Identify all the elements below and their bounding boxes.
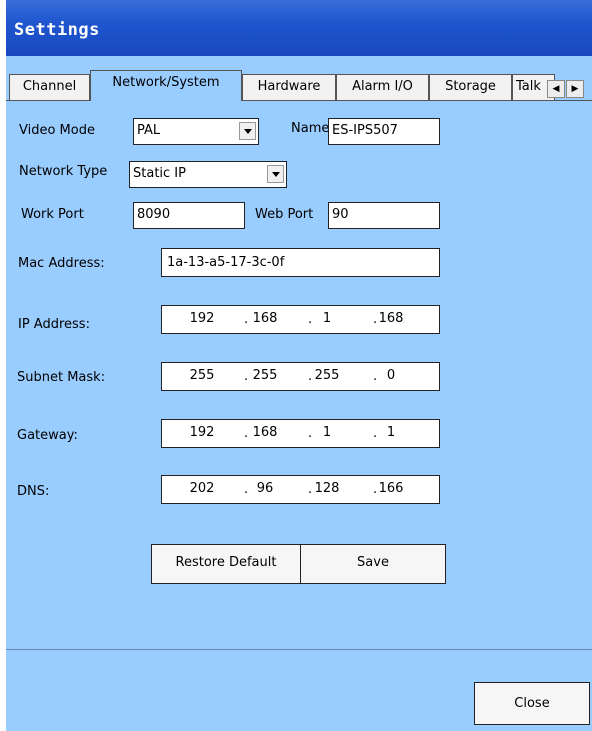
title-bar: Settings (6, 0, 592, 56)
video-mode-value: PAL (137, 123, 161, 138)
subnet-octet-2[interactable]: 255 (245, 368, 285, 383)
tab-alarm-io[interactable]: Alarm I/O (336, 74, 429, 100)
ip-address-input[interactable]: 192 . 168 . 1 . 168 (161, 305, 440, 334)
close-button[interactable]: Close (474, 682, 590, 725)
name-input[interactable]: ES-IPS507 (328, 118, 440, 145)
ip-octet-1[interactable]: 192 (182, 311, 222, 326)
tab-scroll-left-icon[interactable]: ◀ (547, 80, 565, 98)
chevron-down-icon[interactable] (239, 122, 256, 140)
gateway-octet-4[interactable]: 1 (371, 425, 411, 440)
mac-address-label: Mac Address: (18, 256, 105, 271)
restore-default-button[interactable]: Restore Default (151, 544, 301, 584)
ip-address-label: IP Address: (18, 317, 90, 332)
gateway-octet-2[interactable]: 168 (245, 425, 285, 440)
web-port-label: Web Port (255, 207, 314, 222)
tab-network-system[interactable]: Network/System (90, 70, 242, 101)
subnet-mask-input[interactable]: 255 . 255 . 255 . 0 (161, 362, 440, 391)
tab-channel[interactable]: Channel (9, 74, 90, 100)
video-mode-label: Video Mode (19, 123, 95, 138)
subnet-octet-1[interactable]: 255 (182, 368, 222, 383)
subnet-octet-3[interactable]: 255 (307, 368, 347, 383)
dns-octet-2[interactable]: 96 (245, 481, 285, 496)
work-port-input[interactable]: 8090 (133, 202, 245, 229)
tab-storage[interactable]: Storage (429, 74, 512, 100)
dns-octet-1[interactable]: 202 (182, 481, 222, 496)
dns-octet-3[interactable]: 128 (307, 481, 347, 496)
video-mode-select[interactable]: PAL (133, 118, 259, 145)
save-button[interactable]: Save (300, 544, 446, 584)
tab-hardware[interactable]: Hardware (242, 74, 336, 100)
chevron-down-icon[interactable] (267, 165, 284, 183)
name-label: Name (291, 121, 330, 136)
subnet-octet-4[interactable]: 0 (371, 368, 411, 383)
network-type-value: Static IP (133, 166, 186, 181)
gateway-label: Gateway: (17, 428, 78, 443)
gateway-octet-3[interactable]: 1 (307, 425, 347, 440)
ip-octet-2[interactable]: 168 (245, 311, 285, 326)
network-type-label: Network Type (19, 164, 108, 179)
work-port-label: Work Port (21, 207, 84, 222)
ip-octet-3[interactable]: 1 (307, 311, 347, 326)
window-title: Settings (14, 20, 100, 40)
ip-octet-4[interactable]: 168 (371, 311, 411, 326)
dns-label: DNS: (17, 484, 50, 499)
mac-address-input[interactable]: 1a-13-a5-17-3c-0f (161, 248, 440, 277)
tab-strip: Channel Network/System Hardware Alarm I/… (6, 70, 592, 101)
network-type-select[interactable]: Static IP (129, 161, 287, 188)
dns-octet-4[interactable]: 166 (371, 481, 411, 496)
gateway-input[interactable]: 192 . 168 . 1 . 1 (161, 419, 440, 448)
footer-divider (6, 649, 592, 650)
web-port-input[interactable]: 90 (328, 202, 440, 229)
subnet-mask-label: Subnet Mask: (17, 370, 106, 385)
tab-scroll-right-icon[interactable]: ▶ (566, 80, 584, 98)
dns-input[interactable]: 202 . 96 . 128 . 166 (161, 475, 440, 504)
gateway-octet-1[interactable]: 192 (182, 425, 222, 440)
settings-window: Settings Channel Network/System Hardware… (6, 0, 592, 731)
